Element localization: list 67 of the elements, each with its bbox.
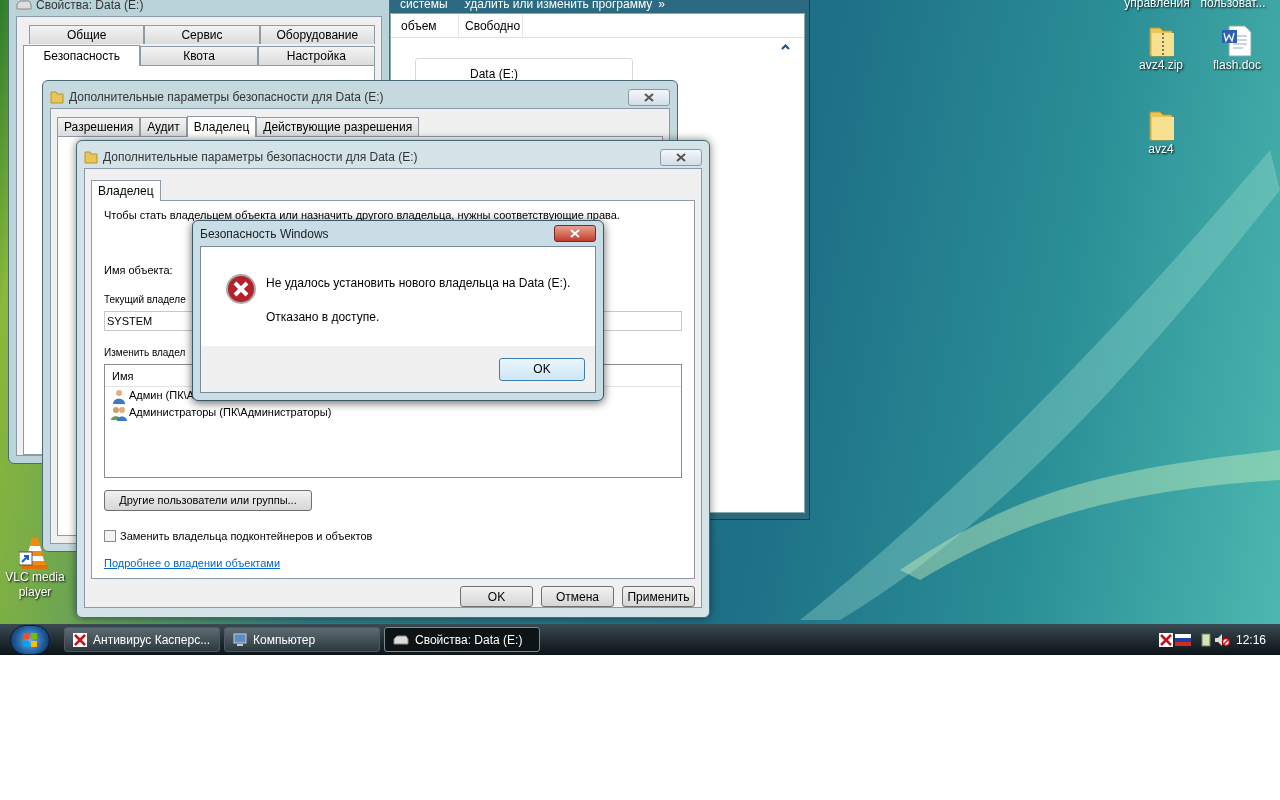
close-button[interactable]: [554, 225, 596, 242]
desktop-icon-label[interactable]: управления: [1124, 0, 1190, 11]
drive-icon: [393, 633, 409, 646]
traffic-cone-icon: [19, 536, 51, 570]
window-title: Дополнительные параметры безопасности для Data (E:): [69, 89, 384, 106]
flag-icon: [1174, 633, 1191, 646]
checkbox[interactable]: [104, 530, 116, 543]
intro-text: Чтобы стать владельцем объекта или назначить другого владельца, нужны соответствующие права.: [104, 208, 620, 223]
desktop-icon-label[interactable]: avz4.zip: [1139, 58, 1183, 73]
dialog-button[interactable]: Применить: [622, 586, 695, 607]
toolbar-item[interactable]: системы: [400, 1, 448, 10]
tab[interactable]: Разрешения: [57, 117, 141, 136]
close-icon: [644, 92, 654, 102]
zip-folder-icon: [1146, 24, 1176, 58]
error-icon: [225, 273, 257, 305]
folder-icon: [84, 150, 98, 164]
close-icon: [676, 152, 686, 162]
tab[interactable]: Общие: [29, 25, 145, 44]
taskbar-button[interactable]: Свойства: Data (E:): [384, 627, 540, 652]
folder-icon: [1146, 108, 1176, 142]
taskbar-button[interactable]: Антивирус Касперс...: [64, 627, 220, 652]
taskbar-button[interactable]: Компьютер: [224, 627, 380, 652]
document-icon: [1221, 24, 1253, 58]
owner-list-item[interactable]: Администраторы (ПК\Администраторы): [105, 404, 681, 421]
change-owner-label: Изменить владел: [104, 346, 186, 360]
window-title: Свойства: Data (E:): [36, 0, 144, 14]
ok-button[interactable]: OK: [499, 357, 585, 381]
tab[interactable]: Действующие разрешения: [256, 117, 420, 136]
column-header[interactable]: объем: [395, 14, 459, 37]
tab[interactable]: Настройка: [257, 46, 375, 65]
dialog-button[interactable]: OK: [460, 586, 533, 607]
computer-icon: [233, 632, 247, 647]
chevron-up-icon[interactable]: [781, 44, 790, 50]
user-icon: [111, 387, 127, 404]
dialog-button[interactable]: Отмена: [541, 586, 614, 607]
tab[interactable]: Владелец: [186, 116, 257, 137]
current-owner-label: Текущий владеле: [104, 293, 186, 307]
window-title: Безопасность Windows: [200, 225, 329, 243]
object-name-label: Имя объекта:: [104, 262, 173, 278]
shield-icon: [73, 632, 87, 647]
tab[interactable]: Квота: [140, 46, 258, 65]
error-detail: Отказано в доступе.: [266, 309, 381, 326]
toolbar-overflow[interactable]: »: [658, 1, 665, 10]
device-icon: [1200, 632, 1211, 647]
close-icon: [570, 229, 580, 238]
close-button[interactable]: [660, 148, 702, 166]
users-icon: [111, 404, 127, 421]
column-header[interactable]: Свободно: [459, 14, 523, 37]
start-button[interactable]: [10, 624, 50, 655]
drive-icon: [16, 0, 32, 11]
help-link[interactable]: Подробнее о владении объектами: [104, 554, 281, 571]
tab[interactable]: Оборудование: [259, 25, 375, 44]
window-title: Дополнительные параметры безопасности для Data (E:): [103, 149, 418, 166]
tab[interactable]: Сервис: [144, 25, 260, 44]
clock[interactable]: 12:16: [1235, 630, 1266, 649]
tab[interactable]: Аудит: [140, 117, 187, 136]
muted-speaker-icon: [1213, 632, 1230, 647]
drive-label[interactable]: Data (E:): [470, 67, 518, 81]
folder-icon: [50, 90, 64, 104]
error-message: Не удалось установить нового владельца на Data (E:).: [266, 275, 571, 292]
windows-logo-icon: [22, 631, 38, 648]
close-button[interactable]: [628, 88, 670, 106]
shield-icon: [1158, 632, 1173, 647]
other-users-button[interactable]: Другие пользователи или группы...: [104, 490, 312, 511]
tab[interactable]: Безопасность: [23, 45, 141, 66]
tab[interactable]: Владелец: [91, 180, 161, 201]
checkbox-label[interactable]: Заменить владельца подконтейнеров и объектов: [120, 528, 373, 545]
